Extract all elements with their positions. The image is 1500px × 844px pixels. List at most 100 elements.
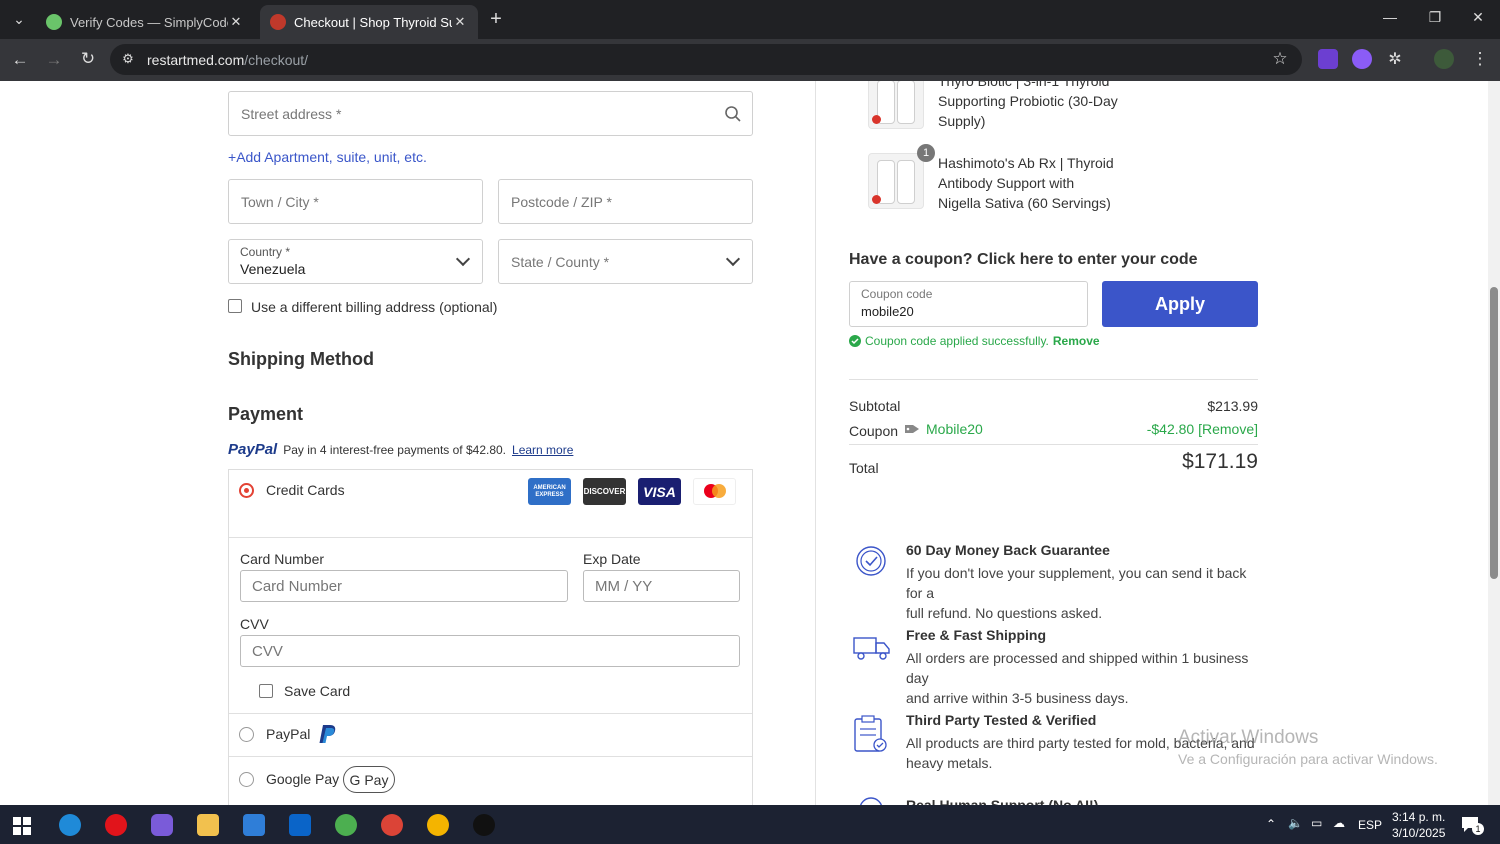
apply-coupon-button[interactable]: Apply <box>1102 281 1258 327</box>
coupon-discount-value: -$42.80 <box>1146 421 1195 437</box>
onedrive-icon[interactable]: ☁ <box>1333 816 1345 830</box>
learn-more-link[interactable]: Learn more <box>512 443 573 457</box>
coupon-heading-link[interactable]: Have a coupon? Click here to enter your … <box>849 251 1198 269</box>
exp-date-input[interactable]: MM / YY <box>583 570 740 602</box>
cvv-input[interactable]: CVV <box>240 635 740 667</box>
clock-date[interactable]: 3/10/2025 <box>1392 826 1445 840</box>
network-icon[interactable]: ▭ <box>1311 816 1322 830</box>
back-icon[interactable]: ← <box>10 50 30 70</box>
tab-checkout[interactable]: Checkout | Shop Thyroid Supp ✕ <box>260 5 478 39</box>
google-pay-label: Google Pay <box>266 771 340 787</box>
extensions-puzzle-icon[interactable]: ✲ <box>1385 49 1405 69</box>
brand-dot <box>872 115 881 124</box>
scrollbar-thumb[interactable] <box>1490 287 1498 579</box>
restartmed-favicon-icon <box>270 14 286 30</box>
chevron-down-icon <box>725 251 741 267</box>
product-name-line: Antibody Support with <box>938 175 1075 191</box>
new-tab-icon[interactable]: + <box>486 8 506 31</box>
google-pay-button[interactable]: G Pay <box>343 766 395 793</box>
extension-a-icon[interactable] <box>1318 49 1338 69</box>
postcode-field[interactable]: Postcode / ZIP * <box>498 179 753 224</box>
chevron-down-icon <box>455 251 471 267</box>
tab-simplycodes[interactable]: Verify Codes — SimplyCodes ✕ <box>36 5 254 39</box>
feature-line: All orders are processed and shipped wit… <box>906 650 1249 686</box>
outlook-icon[interactable] <box>289 814 311 836</box>
feature-line: If you don't love your supplement, you c… <box>906 565 1247 601</box>
notification-center-icon[interactable]: 1 <box>1460 815 1484 835</box>
product-name-line: Hashimoto's Ab Rx | Thyroid <box>938 155 1114 171</box>
product-name: Thyro Biotic | 3-in-1 Thyroid Supporting… <box>938 81 1118 131</box>
coupon-remove-link[interactable]: Remove <box>1053 334 1100 348</box>
volume-icon[interactable]: 🔈 <box>1288 816 1303 830</box>
payment-title: Payment <box>228 404 304 424</box>
town-city-placeholder: Town / City * <box>241 194 319 210</box>
product-name: Hashimoto's Ab Rx | Thyroid Antibody Sup… <box>938 153 1114 213</box>
minimize-button[interactable]: — <box>1378 9 1402 25</box>
edge-icon[interactable] <box>59 814 81 836</box>
town-city-field[interactable]: Town / City * <box>228 179 483 224</box>
google-pay-radio[interactable] <box>239 772 254 787</box>
maximize-button[interactable]: ❐ <box>1423 9 1447 26</box>
paypal-radio[interactable] <box>239 727 254 742</box>
payment-divider <box>229 537 752 538</box>
feature-line: full refund. No questions asked. <box>906 605 1103 621</box>
tray-chevron-icon[interactable]: ⌃ <box>1266 817 1276 831</box>
forward-icon[interactable]: → <box>44 50 64 70</box>
save-card-checkbox[interactable] <box>259 684 273 698</box>
coupon-code-input[interactable]: Coupon code mobile20 <box>849 281 1088 327</box>
card-number-input[interactable]: Card Number <box>240 570 568 602</box>
copilot-icon[interactable] <box>151 814 173 836</box>
feature-description: All orders are processed and shipped wit… <box>906 648 1266 708</box>
feature-line: and arrive within 3-5 business days. <box>906 690 1129 706</box>
close-window-button[interactable]: ✕ <box>1466 9 1490 26</box>
feature-title: Third Party Tested & Verified <box>906 712 1097 728</box>
windows-activation-watermark-subtitle: Ve a Configuración para activar Windows. <box>1178 751 1438 767</box>
close-tab-icon[interactable]: ✕ <box>228 14 244 30</box>
credit-cards-radio[interactable] <box>239 483 254 498</box>
add-apartment-link[interactable]: +Add Apartment, suite, unit, etc. <box>228 149 427 167</box>
state-select[interactable]: State / County * <box>498 239 753 284</box>
country-select[interactable]: Country * Venezuela <box>228 239 483 284</box>
plus-icon: + <box>228 149 237 165</box>
different-billing-checkbox[interactable] <box>228 299 242 313</box>
truck-icon <box>853 637 890 660</box>
reload-icon[interactable]: ↻ <box>78 49 98 69</box>
tab-search-icon[interactable]: ⌄ <box>10 11 28 28</box>
card-number-label: Card Number <box>240 551 325 567</box>
extension-purple-icon[interactable] <box>1352 49 1372 69</box>
close-tab-icon[interactable]: ✕ <box>452 14 468 30</box>
opera-icon[interactable] <box>105 814 127 836</box>
bookmark-star-icon[interactable]: ☆ <box>1270 49 1290 69</box>
feature-title: 60 Day Money Back Guarantee <box>906 542 1110 558</box>
feature-title: Real Human Support (No AI!) <box>906 797 1099 805</box>
language-indicator[interactable]: ESP <box>1358 818 1382 832</box>
chrome-icon[interactable] <box>335 814 357 836</box>
chat-app-icon[interactable] <box>473 814 495 836</box>
save-card-label: Save Card <box>284 683 351 699</box>
profile-avatar[interactable] <box>1434 49 1454 69</box>
coupon-row-label: Coupon <box>849 423 899 439</box>
address-bar[interactable]: ⚙ restartmed.com/checkout/ ☆ <box>110 44 1302 75</box>
store-icon[interactable] <box>243 814 265 836</box>
windows-start-icon[interactable] <box>13 817 31 835</box>
paypal-logo: PayPal <box>228 441 278 458</box>
site-info-icon[interactable]: ⚙ <box>120 51 136 67</box>
card-number-placeholder: Card Number <box>252 578 343 595</box>
paypal-paylater-message: PayPal Pay in 4 interest-free payments o… <box>228 441 573 458</box>
quantity-badge: 1 <box>917 144 935 162</box>
chrome-profile-icon[interactable] <box>381 814 403 836</box>
product-name-line: Nigella Sativa (60 Servings) <box>938 195 1111 211</box>
clock-time[interactable]: 3:14 p. m. <box>1392 810 1445 824</box>
file-explorer-icon[interactable] <box>197 814 219 836</box>
street-address-field[interactable]: Street address * <box>228 91 753 136</box>
product-name-line: Supporting Probiotic (30-Day <box>938 93 1118 109</box>
coupon-success-text: Coupon code applied successfully. <box>865 334 1049 348</box>
bottle-shape <box>897 160 915 204</box>
subtotal-value: $213.99 <box>1207 398 1258 414</box>
coupon-row-remove-link[interactable]: [Remove] <box>1198 421 1258 437</box>
menu-kebab-icon[interactable]: ⋮ <box>1470 49 1490 69</box>
visa-logo: VISA <box>638 478 681 505</box>
search-icon <box>725 106 741 122</box>
feature-title: Free & Fast Shipping <box>906 627 1047 643</box>
chrome-profile-icon[interactable] <box>427 814 449 836</box>
